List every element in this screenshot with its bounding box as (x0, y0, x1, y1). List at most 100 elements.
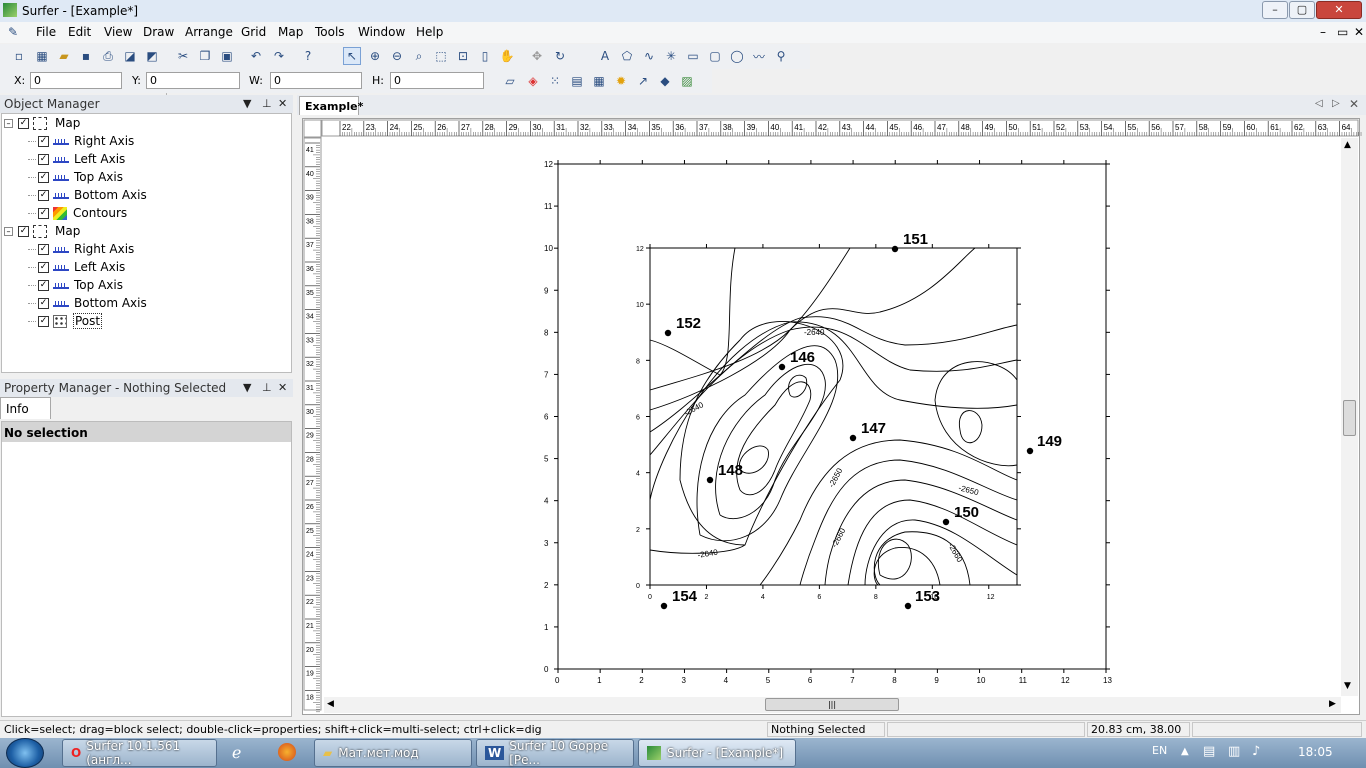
firefox-icon[interactable] (278, 743, 296, 761)
ruler-label: 50 (1008, 123, 1017, 132)
outer-x-tick-label: 1 (597, 676, 602, 685)
inner-x-tick-label: 12 (987, 594, 995, 601)
inner-x-tick-label: 6 (817, 594, 821, 601)
ruler-label: 46 (913, 123, 922, 132)
ruler-label: 29 (509, 123, 518, 132)
tray-expand-icon[interactable]: ▲ (1181, 746, 1189, 757)
plot-drawing: 22 23 24 25 26 27 28 29 30 31 32 33 34 35 36 37 38 39 40 41… (303, 119, 1362, 713)
ruler-label: 36 (675, 123, 684, 132)
scroll-left-icon[interactable]: ◀ (327, 699, 334, 709)
ruler-label: 52 (1056, 123, 1065, 132)
ruler-label: 54 (1104, 123, 1113, 132)
outer-x-tick-label: 7 (850, 676, 855, 685)
post-point (706, 476, 714, 484)
volume-icon[interactable]: ♪ (1252, 744, 1260, 759)
ruler-label: 32 (580, 123, 589, 132)
tray-device-icon[interactable]: ▤ (1203, 744, 1215, 759)
ruler-label: 30 (532, 123, 541, 132)
outer-x-tick-label: 5 (766, 676, 771, 685)
language-indicator[interactable]: EN (1152, 744, 1167, 757)
task-surfer-active[interactable]: Surfer - [Example*] (638, 739, 796, 767)
ruler-label: 34 (306, 314, 314, 321)
ruler-label: 35 (651, 123, 660, 132)
ruler-label: 19 (306, 671, 314, 678)
ruler-label: 25 (306, 528, 314, 535)
outer-y-tick-label: 0 (544, 665, 549, 674)
post-point-label: 148 (718, 462, 743, 479)
ruler-label: 37 (699, 123, 708, 132)
contour-label: -2640 (804, 328, 825, 337)
ruler-label: 45 (889, 123, 898, 132)
ruler-label: 35 (306, 290, 314, 297)
outer-y-tick-label: 7 (544, 370, 549, 379)
outer-y-tick-label: 3 (544, 539, 549, 548)
ruler-label: 40 (770, 123, 779, 132)
start-button[interactable] (6, 738, 44, 768)
post-point (778, 363, 786, 371)
ruler-label: 31 (306, 385, 314, 392)
inner-y-tick-label: 2 (636, 527, 640, 534)
ruler-label: 27 (461, 123, 470, 132)
ruler-label: 21 (306, 623, 314, 630)
network-icon[interactable]: ▥ (1228, 744, 1240, 759)
ruler-label: 34 (628, 123, 637, 132)
ruler-label: 48 (961, 123, 970, 132)
outer-y-tick-label: 2 (544, 581, 549, 590)
post-point-label: 146 (790, 349, 815, 366)
outer-y-tick-label: 5 (544, 455, 549, 464)
ruler-label: 37 (306, 242, 314, 249)
outer-x-tick-label: 13 (1103, 676, 1112, 685)
post-point (849, 434, 857, 442)
ruler-label: 42 (818, 123, 827, 132)
task-folder[interactable]: ▰ Мат.мет.мод (314, 739, 472, 767)
horizontal-scroll-thumb[interactable]: ||| (765, 698, 899, 711)
post-point (660, 602, 668, 610)
ruler-corner (303, 119, 322, 138)
ruler-label: 38 (723, 123, 732, 132)
scroll-down-icon[interactable]: ▼ (1344, 681, 1351, 691)
ruler-label: 47 (937, 123, 946, 132)
task-surfer-browser[interactable]: O Surfer 10.1.561 (англ... (62, 739, 217, 767)
ruler-label: 25 (413, 123, 422, 132)
outer-y-tick-label: 1 (544, 623, 549, 632)
scroll-up-icon[interactable]: ▲ (1344, 140, 1351, 150)
outer-x-tick-label: 4 (724, 676, 729, 685)
ruler-label: 49 (985, 123, 994, 132)
outer-x-tick-label: 8 (892, 676, 897, 685)
outer-y-tick-label: 11 (544, 202, 553, 211)
ruler-label: 18 (306, 694, 314, 701)
ruler-label: 62 (1294, 123, 1303, 132)
post-point (904, 602, 912, 610)
inner-y-tick-label: 6 (636, 415, 640, 422)
scroll-right-icon[interactable]: ▶ (1329, 699, 1336, 709)
ruler-label: 32 (306, 361, 314, 368)
ruler-label: 60 (1246, 123, 1255, 132)
post-point-label: 151 (903, 231, 928, 248)
task-word[interactable]: W Surfer 10 Goppe [Ре... (476, 739, 634, 767)
ruler-label: 24 (390, 123, 399, 132)
outer-x-tick-label: 6 (808, 676, 813, 685)
ruler-label: 58 (1199, 123, 1208, 132)
ruler-label: 51 (1032, 123, 1041, 132)
inner-x-tick-label: 4 (761, 594, 765, 601)
ruler-label: 53 (1080, 123, 1089, 132)
ie-icon[interactable]: ℯ (232, 743, 241, 762)
inner-y-tick-label: 12 (636, 246, 644, 253)
ruler-label: 26 (306, 504, 314, 511)
post-point-label: 152 (676, 315, 701, 332)
ruler-label: 40 (306, 171, 314, 178)
inner-y-tick-label: 4 (636, 471, 640, 478)
status-extra-cell (1192, 722, 1362, 737)
ruler-label: 24 (306, 552, 314, 559)
post-point-label: 147 (861, 420, 886, 437)
outer-y-tick-label: 9 (544, 286, 549, 295)
ruler-label: 33 (604, 123, 613, 132)
vertical-scroll-thumb[interactable] (1343, 400, 1356, 436)
ruler-label: 36 (306, 266, 314, 273)
outer-x-tick-label: 12 (1061, 676, 1070, 685)
post-point-label: 153 (915, 588, 940, 605)
ruler-label: 39 (747, 123, 756, 132)
ruler-label: 28 (306, 456, 314, 463)
post-point-label: 154 (672, 588, 698, 605)
ruler-label: 41 (306, 147, 314, 154)
